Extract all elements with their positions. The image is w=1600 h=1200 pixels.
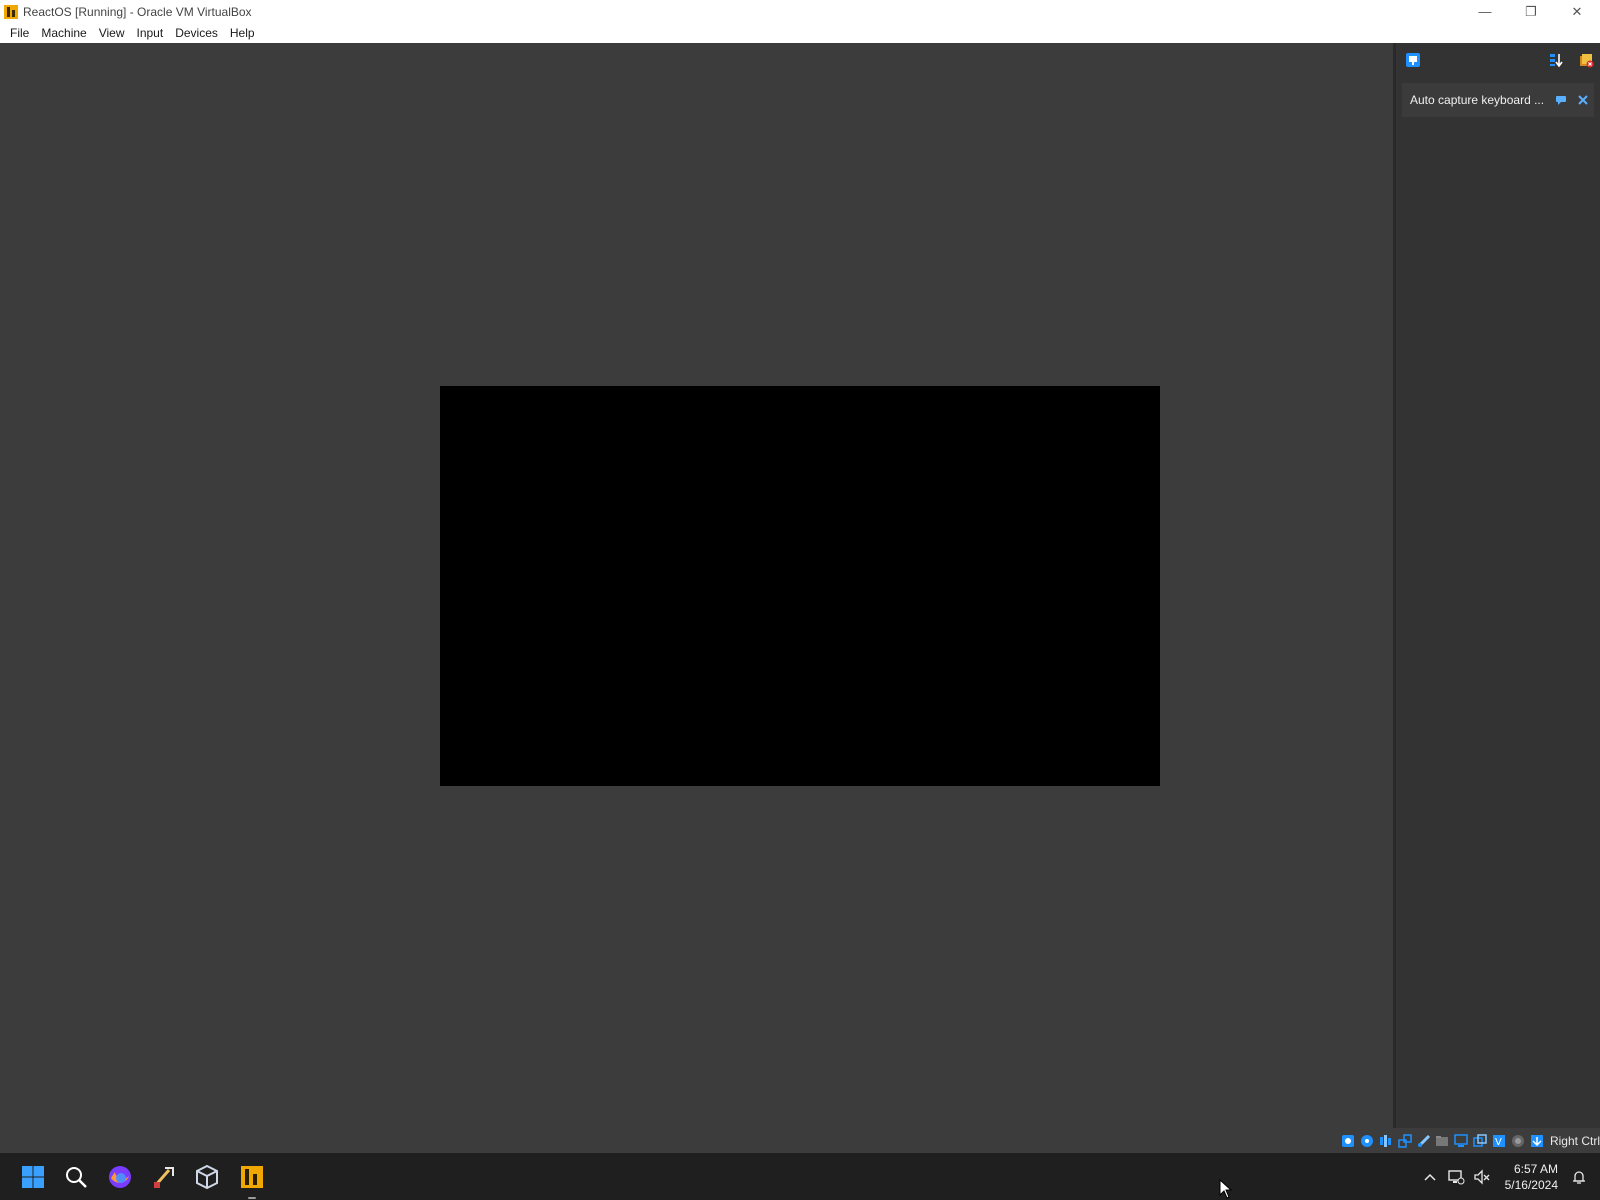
reactos-vm-icon[interactable]: [237, 1162, 267, 1192]
hard-disk-icon[interactable]: [1340, 1133, 1356, 1149]
network-icon[interactable]: [1397, 1133, 1413, 1149]
svg-text:V: V: [1495, 1137, 1502, 1148]
usb-icon[interactable]: [1416, 1133, 1432, 1149]
vm-screen[interactable]: [440, 386, 1160, 786]
vm-statusbar: V Right Ctrl: [1340, 1130, 1600, 1152]
minimize-button[interactable]: —: [1462, 0, 1508, 23]
search-icon[interactable]: [61, 1162, 91, 1192]
menu-help[interactable]: Help: [224, 23, 261, 43]
clock-time: 6:57 AM: [1513, 1161, 1558, 1176]
notification-help-icon[interactable]: [1550, 90, 1572, 110]
optical-drive-icon[interactable]: [1359, 1133, 1375, 1149]
clear-notifications-icon[interactable]: [1576, 50, 1596, 70]
network-status-icon[interactable]: [1443, 1164, 1469, 1190]
menu-devices[interactable]: Devices: [169, 23, 224, 43]
tools-icon[interactable]: [149, 1162, 179, 1192]
menu-file[interactable]: File: [4, 23, 35, 43]
taskbar-clock[interactable]: 6:57 AM 5/16/2024: [1505, 1161, 1558, 1193]
mouse-integration-icon[interactable]: [1529, 1133, 1545, 1149]
menu-machine[interactable]: Machine: [35, 23, 92, 43]
notification-bell-icon[interactable]: [1566, 1164, 1592, 1190]
host-key-label: Right Ctrl: [1549, 1134, 1600, 1148]
notification-item: Auto capture keyboard ...: [1402, 83, 1594, 117]
audio-icon[interactable]: [1378, 1133, 1394, 1149]
cpu-icon[interactable]: [1510, 1133, 1526, 1149]
notification-center-toolbar: [1396, 43, 1600, 77]
mouse-cursor-icon: [1219, 1178, 1233, 1200]
sort-notifications-icon[interactable]: [1546, 50, 1566, 70]
system-tray: 6:57 AM 5/16/2024: [1417, 1153, 1600, 1200]
virtualbox-icon[interactable]: [192, 1162, 222, 1192]
window-title: ReactOS [Running] - Oracle VM VirtualBox: [23, 4, 252, 19]
running-app-indicator: [248, 1197, 256, 1199]
shared-folders-icon[interactable]: [1435, 1133, 1451, 1149]
clock-date: 5/16/2024: [1504, 1177, 1558, 1192]
menu-view[interactable]: View: [93, 23, 131, 43]
notification-close-icon[interactable]: [1572, 90, 1594, 110]
menu-bar: File Machine View Input Devices Help: [0, 23, 1600, 43]
show-hidden-icons-chevron-icon[interactable]: [1417, 1164, 1443, 1190]
start-icon[interactable]: [18, 1162, 48, 1192]
window-titlebar[interactable]: ReactOS [Running] - Oracle VM VirtualBox…: [0, 0, 1600, 23]
virtualization-icon[interactable]: V: [1491, 1133, 1507, 1149]
volume-muted-icon[interactable]: [1469, 1164, 1495, 1190]
vm-display-area[interactable]: [0, 43, 1393, 1153]
recording-icon[interactable]: [1472, 1133, 1488, 1149]
windows-taskbar: 6:57 AM 5/16/2024: [0, 1153, 1600, 1200]
display-icon[interactable]: [1453, 1133, 1469, 1149]
restore-button[interactable]: ❐: [1508, 0, 1554, 23]
menu-input[interactable]: Input: [131, 23, 170, 43]
close-window-button[interactable]: ✕: [1554, 0, 1600, 23]
virtualbox-app-icon: [3, 4, 19, 20]
notification-text: Auto capture keyboard ...: [1410, 93, 1545, 107]
notification-center-toggle-icon[interactable]: [1403, 50, 1423, 70]
firefox-icon[interactable]: [105, 1162, 135, 1192]
notification-center-panel: Auto capture keyboard ...: [1393, 43, 1600, 1128]
